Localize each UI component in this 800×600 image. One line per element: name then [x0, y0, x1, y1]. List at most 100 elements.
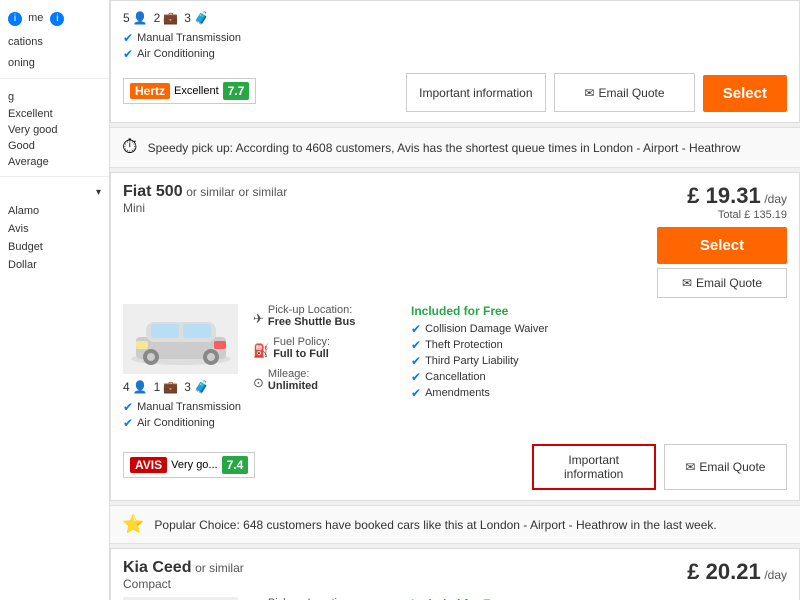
sidebar-brand-dollar[interactable]: Dollar: [0, 256, 109, 274]
fiat-email-button[interactable]: ✉ Email Quote: [657, 268, 787, 298]
envelope-icon: ✉: [584, 86, 594, 100]
sidebar-section-1: cations: [0, 30, 109, 51]
envelope-icon-fiat-bottom: ✉: [685, 460, 695, 474]
speedy-banner: ⏱ Speedy pick up: According to 4608 cust…: [110, 127, 800, 168]
fiat-included-item-2: Theft Protection: [425, 339, 503, 351]
fiat-car-svg: [126, 307, 236, 372]
hertz-supplier-badge: Hertz Excellent 7.7: [123, 78, 256, 104]
fiat-specs: ✈ Pick-up Location: Free Shuttle Bus ⛽: [253, 304, 393, 432]
hertz-action-buttons: Important information ✉ Email Quote Sele…: [406, 69, 787, 112]
fiat-check-2: ✔: [123, 416, 133, 430]
hertz-select-button[interactable]: Select: [703, 75, 787, 112]
sidebar: i me i cations oning g Excellent Very go…: [0, 0, 110, 600]
avis-logo: AVIS: [130, 457, 167, 473]
fiat-bag-large: 3 🧳: [184, 380, 209, 394]
sidebar-rating-verygood[interactable]: Very good: [0, 122, 109, 138]
check-icon: ✔: [123, 47, 133, 61]
speedometer-icon: ⊙: [253, 375, 264, 391]
fiat-person-icon: 👤: [133, 380, 148, 394]
fiat-price-section: £ 19.31 /day Total £ 135.19: [657, 183, 787, 221]
sidebar-dropdown-btn[interactable]: ▾: [0, 183, 109, 202]
fiat-mileage-info: Mileage: Unlimited: [268, 368, 318, 392]
fiat-included-item-4: Cancellation: [425, 371, 486, 383]
fiat-fuel-info: Fuel Policy: Full to Full: [273, 336, 330, 360]
fiat-name: Fiat 500: [123, 183, 183, 200]
sidebar-label-2: cations: [8, 36, 43, 48]
fiat-mileage-value: Unlimited: [268, 380, 318, 392]
speedy-banner-text: Speedy pick up: According to 4608 custom…: [148, 141, 741, 155]
kia-price-main: £ 20.21: [687, 559, 760, 584]
fiat-icons-row: 4 👤 1 💼 3 🧳: [123, 380, 243, 394]
sidebar-label-3: oning: [8, 57, 35, 69]
avis-rating-badge: 7.4: [222, 456, 249, 474]
hertz-icons-row: 5 👤 2 💼 3 🧳: [123, 11, 787, 25]
fiat-buttons-col: £ 19.31 /day Total £ 135.19 Select ✉ Ema…: [657, 183, 787, 298]
airplane-icon: ✈: [253, 311, 264, 327]
sidebar-brand-alamo[interactable]: Alamo: [0, 202, 109, 220]
hertz-ac-label: Air Conditioning: [137, 48, 215, 60]
avis-rating-label: Very go...: [171, 459, 217, 471]
check-icon: ✔: [123, 31, 133, 45]
fiat-passenger-count: 4 👤: [123, 380, 148, 394]
hertz-card: 5 👤 2 💼 3 🧳 ✔ Manual Transmission: [110, 0, 800, 123]
info-icon-1: i: [8, 12, 22, 26]
hertz-features: ✔ Manual Transmission ✔ Air Conditioning: [123, 31, 787, 61]
fiat-email-button-bottom[interactable]: ✉ Email Quote: [664, 444, 787, 490]
fiat-included-check-1: ✔: [411, 322, 421, 336]
hertz-rating-badge: 7.7: [223, 82, 250, 100]
hertz-email-button[interactable]: ✉ Email Quote: [554, 73, 695, 112]
sidebar-brand-budget[interactable]: Budget: [0, 238, 109, 256]
kia-card: Kia Ceed or similar Compact £ 20.21 /day: [110, 548, 800, 600]
fiat-included-amend: ✔ Amendments: [411, 386, 787, 400]
fiat-select-button[interactable]: Select: [657, 227, 787, 264]
fiat-included-check-3: ✔: [411, 354, 421, 368]
bag-small-number: 2: [154, 11, 161, 25]
fiat-included-cdw: ✔ Collision Damage Waiver: [411, 322, 787, 336]
fiat-email-label: Email Quote: [696, 276, 762, 290]
avis-supplier-badge: AVIS Very go... 7.4: [123, 452, 255, 478]
popular-icon: ⭐: [122, 514, 144, 535]
fiat-included-title: Included for Free: [411, 304, 787, 318]
fiat-included-theft: ✔ Theft Protection: [411, 338, 787, 352]
sidebar-section-2: oning: [0, 51, 109, 72]
sidebar-label-1: me: [28, 12, 43, 24]
hertz-rating-label: Excellent: [174, 85, 219, 97]
speedy-icon: ⏱: [122, 136, 138, 159]
info-icon-2: i: [50, 12, 64, 26]
fiat-bag-small: 1 💼: [154, 380, 179, 394]
hertz-logo: Hertz: [130, 83, 170, 99]
sidebar-brand-avis[interactable]: Avis: [0, 220, 109, 238]
fiat-card: Fiat 500 or similar or similar Mini £ 19…: [110, 172, 800, 501]
fiat-passenger-num: 4: [123, 380, 130, 394]
fiat-title-section: Fiat 500 or similar or similar Mini: [123, 183, 287, 215]
bag-small-count: 2 💼: [154, 11, 179, 25]
bag-large-number: 3: [184, 11, 191, 25]
fiat-included-item-1: Collision Damage Waiver: [425, 323, 548, 335]
sidebar-info-1: i me i: [0, 8, 109, 30]
kia-name: Kia Ceed: [123, 559, 191, 576]
fiat-type: Mini: [123, 201, 287, 215]
fiat-fuel-label: Fuel Policy:: [273, 336, 330, 348]
fiat-features: ✔ Manual Transmission ✔ Air Conditioning: [123, 400, 243, 430]
fiat-bag-small-num: 1: [154, 380, 161, 394]
passenger-number: 5: [123, 11, 130, 25]
fiat-included-check-5: ✔: [411, 386, 421, 400]
sidebar-rating-excellent[interactable]: Excellent: [0, 106, 109, 122]
kia-price-day: /day: [764, 568, 787, 582]
sidebar-divider-2: [0, 176, 109, 177]
sidebar-rating-good[interactable]: Good: [0, 138, 109, 154]
fiat-mileage-label: Mileage:: [268, 368, 310, 380]
fuel-icon: ⛽: [253, 343, 269, 359]
fiat-price-day: /day: [764, 192, 787, 206]
fiat-included: Included for Free ✔ Collision Damage Wai…: [403, 304, 787, 432]
hertz-info-button[interactable]: Important information: [406, 73, 547, 112]
fiat-fuel-value: Full to Full: [273, 348, 329, 360]
kia-price-section: £ 20.21 /day: [687, 559, 787, 585]
person-icon: 👤: [133, 11, 148, 25]
sidebar-rating-average[interactable]: Average: [0, 154, 109, 170]
fiat-ac: ✔ Air Conditioning: [123, 416, 243, 430]
fiat-included-tpl: ✔ Third Party Liability: [411, 354, 787, 368]
kia-similar-label: or similar: [195, 561, 244, 575]
fiat-info-button[interactable]: Important information: [532, 444, 656, 490]
fiat-manual: ✔ Manual Transmission: [123, 400, 243, 414]
